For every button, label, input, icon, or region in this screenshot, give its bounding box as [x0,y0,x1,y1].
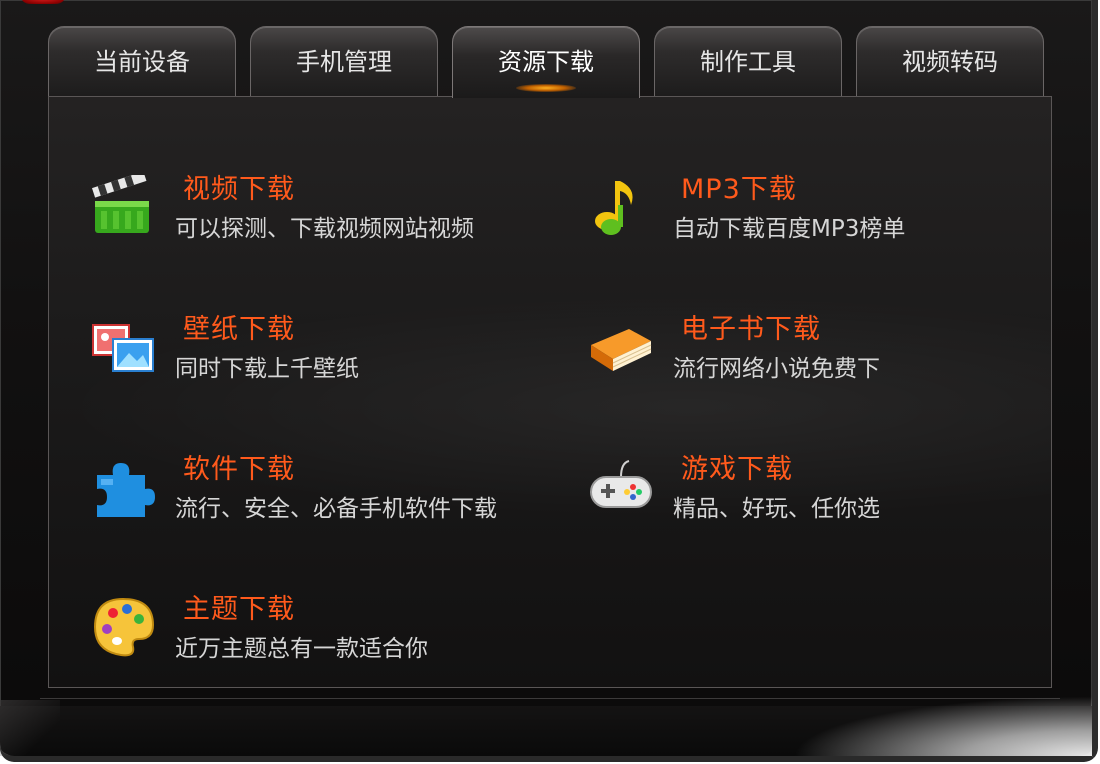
resize-grip[interactable] [792,696,1092,756]
book-icon [591,329,652,371]
item-title: 壁纸下载 [183,314,295,345]
palette-icon [93,597,155,657]
tab-current-device[interactable]: 当前设备 [48,26,236,96]
item-wallpaper-download[interactable]: 壁纸下载 同时下载上千壁纸 [91,307,531,397]
item-game-download[interactable]: 游戏下载 精品、好玩、任你选 [589,447,1029,537]
item-title: 游戏下载 [681,454,793,485]
tab-label: 视频转码 [902,48,998,76]
item-software-download[interactable]: 软件下载 流行、安全、必备手机软件下载 [91,447,531,537]
item-title: 视频下载 [183,174,295,205]
item-description: 同时下载上千壁纸 [175,356,359,382]
item-description: 可以探测、下载视频网站视频 [175,216,474,242]
tab-label: 手机管理 [296,48,392,76]
tab-tools[interactable]: 制作工具 [654,26,842,96]
item-ebook-download[interactable]: 电子书下载 流行网络小说免费下 [589,307,1029,397]
item-mp3-download[interactable]: MP3下载 自动下载百度MP3榜单 [589,167,1029,257]
item-title: 电子书下载 [681,314,821,345]
item-description: 精品、好玩、任你选 [673,496,880,522]
tab-bar: 当前设备 手机管理 资源下载 制作工具 视频转码 [48,26,1048,98]
corner-shadow [0,700,60,756]
tab-label: 当前设备 [94,48,190,76]
tab-label: 制作工具 [700,48,796,76]
item-description: 自动下载百度MP3榜单 [673,216,906,242]
item-title: MP3下载 [681,174,797,205]
wallpaper-icon [92,324,154,372]
tab-video-transcode[interactable]: 视频转码 [856,26,1044,96]
app-logo-mark [20,0,66,4]
tab-resource-download[interactable]: 资源下载 [452,26,640,98]
item-description: 近万主题总有一款适合你 [175,636,428,662]
item-video-download[interactable]: 视频下载 可以探测、下载视频网站视频 [91,167,531,257]
tab-phone-management[interactable]: 手机管理 [250,26,438,96]
puzzle-icon [97,463,155,517]
item-title: 软件下载 [183,454,295,485]
item-description: 流行网络小说免费下 [673,356,880,382]
item-theme-download[interactable]: 主题下载 近万主题总有一款适合你 [91,587,531,677]
item-title: 主题下载 [183,594,295,625]
app-window: 当前设备 手机管理 资源下载 制作工具 视频转码 视频下载 可以探测、下载视频网… [0,0,1098,762]
music-note-icon [595,181,633,235]
active-tab-indicator [516,84,576,92]
tab-label: 资源下载 [498,48,594,76]
resource-panel: 视频下载 可以探测、下载视频网站视频 MP3下载 自动下载百度MP3榜单 壁纸下… [48,96,1052,688]
gamepad-icon [590,460,652,508]
clapperboard-icon [92,175,149,233]
item-description: 流行、安全、必备手机软件下载 [175,496,497,522]
